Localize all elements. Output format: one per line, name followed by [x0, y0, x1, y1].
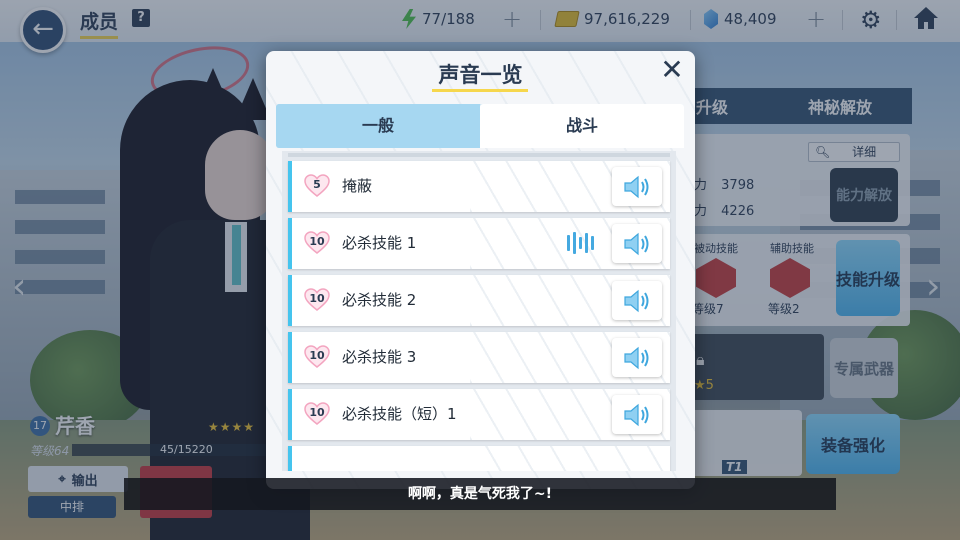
- voice-row[interactable]: 5 掩蔽: [288, 161, 670, 212]
- voice-row-partial[interactable]: [288, 446, 670, 471]
- voice-list-modal: 声音一览 ✕ 一般 战斗 5 掩蔽 10 必杀技能 1 10 必杀技能 2 10…: [266, 51, 695, 489]
- speaker-icon: [624, 289, 649, 312]
- play-voice-button[interactable]: [612, 395, 662, 434]
- heart-icon: 10: [304, 231, 330, 255]
- voice-label: 必杀技能 1: [342, 234, 417, 252]
- list-top-edge: [288, 153, 670, 157]
- tab-strip: 一般 战斗: [276, 104, 684, 148]
- voice-row[interactable]: 10 必杀技能 3: [288, 332, 670, 383]
- close-button[interactable]: ✕: [658, 56, 686, 85]
- play-voice-button[interactable]: [612, 338, 662, 377]
- close-icon: ✕: [660, 53, 684, 86]
- speaker-icon: [624, 175, 649, 198]
- bond-level: 10: [309, 235, 325, 248]
- speaker-icon: [624, 346, 649, 369]
- play-voice-button[interactable]: [612, 281, 662, 320]
- playing-indicator-icon: [567, 232, 594, 254]
- voice-label: 必杀技能 2: [342, 291, 417, 309]
- voice-row[interactable]: 10 必杀技能 1: [288, 218, 670, 269]
- speaker-icon: [624, 232, 649, 255]
- bond-level: 10: [309, 349, 325, 362]
- voice-subtitle: 啊啊，真是气死我了~!: [124, 478, 836, 510]
- bond-level: 10: [309, 406, 325, 419]
- voice-label: 必杀技能 3: [342, 348, 417, 366]
- voice-row[interactable]: 10 必杀技能 2: [288, 275, 670, 326]
- tab-battle[interactable]: 战斗: [480, 104, 684, 148]
- speaker-icon: [624, 403, 649, 426]
- heart-icon: 10: [304, 345, 330, 369]
- voice-label: 必杀技能（短）1: [342, 405, 457, 423]
- voice-list[interactable]: 5 掩蔽 10 必杀技能 1 10 必杀技能 2 10 必杀技能 3 10 必杀…: [282, 151, 676, 471]
- heart-icon: 5: [304, 174, 330, 198]
- play-voice-button[interactable]: [612, 167, 662, 206]
- heart-icon: 10: [304, 402, 330, 426]
- bond-level: 5: [313, 178, 321, 191]
- bond-level: 10: [309, 292, 325, 305]
- voice-row[interactable]: 10 必杀技能（短）1: [288, 389, 670, 440]
- heart-icon: 10: [304, 288, 330, 312]
- tab-general[interactable]: 一般: [276, 104, 480, 148]
- voice-label: 掩蔽: [342, 177, 373, 195]
- title-underline: [432, 89, 528, 92]
- play-voice-button[interactable]: [612, 224, 662, 263]
- modal-title: 声音一览: [438, 63, 523, 87]
